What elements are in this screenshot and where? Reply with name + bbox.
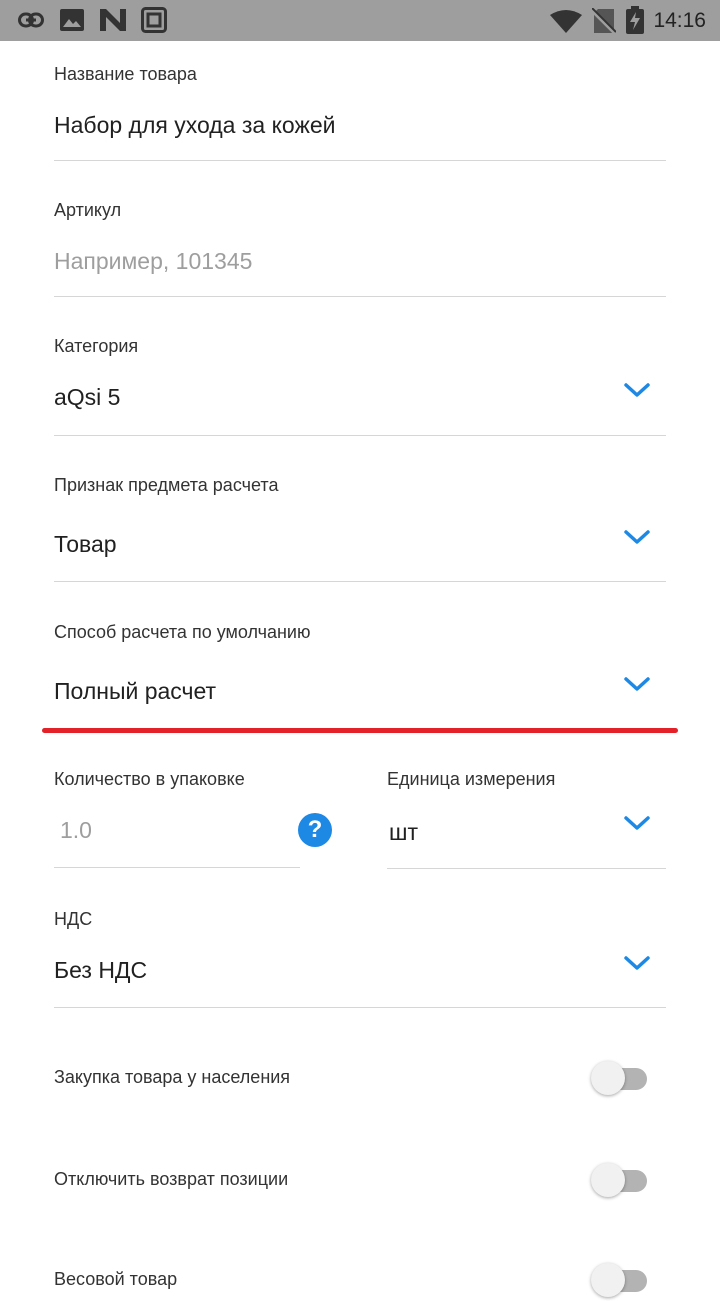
chevron-down-icon xyxy=(624,530,650,544)
product-name-label: Название товара xyxy=(54,64,197,84)
wifi-icon xyxy=(550,10,582,33)
vat-underline xyxy=(54,1007,666,1008)
clock: 14:16 xyxy=(653,9,706,32)
switch-label-disable-return: Отключить возврат позиции xyxy=(54,1169,289,1189)
payment-subject-underline xyxy=(54,581,666,582)
unit-value: шт xyxy=(389,819,418,845)
quantity-placeholder: 1.0 xyxy=(60,817,92,843)
chevron-down-icon xyxy=(624,816,650,830)
image-icon xyxy=(60,9,84,31)
payment-method-value: Полный расчет xyxy=(54,678,217,704)
category-underline xyxy=(54,435,666,436)
unit-label: Единица измерения xyxy=(387,769,556,789)
payment-method-label: Способ расчета по умолчанию xyxy=(54,622,311,642)
payment-subject-dropdown[interactable]: Признак предмета расчета Товар xyxy=(54,471,666,583)
category-label: Категория xyxy=(54,336,139,356)
toggle-thumb xyxy=(591,1061,625,1095)
article-placeholder: Например, 101345 xyxy=(54,248,253,274)
unit-dropdown[interactable]: Единица измерения шт xyxy=(387,765,666,870)
chevron-down-icon xyxy=(624,383,650,397)
active-field-underline xyxy=(42,728,678,733)
quantity-field[interactable]: Количество в упаковке 1.0 xyxy=(54,765,300,869)
n-logo-icon xyxy=(100,9,126,31)
vat-label: НДС xyxy=(54,909,93,929)
link-icon xyxy=(18,12,44,28)
no-sim-icon xyxy=(592,8,616,34)
toggle-thumb xyxy=(591,1163,625,1197)
switch-label-purchase: Закупка товара у населения xyxy=(54,1067,291,1087)
screenshot-icon xyxy=(141,7,167,33)
toggle-thumb xyxy=(591,1263,625,1297)
battery-icon xyxy=(626,6,644,34)
weighted-product-toggle[interactable] xyxy=(591,1261,651,1301)
quantity-underline xyxy=(54,867,300,868)
quantity-label: Количество в упаковке xyxy=(54,769,245,789)
product-name-field[interactable]: Название товара Набор для ухода за кожей xyxy=(54,60,666,161)
payment-subject-label: Признак предмета расчета xyxy=(54,475,279,495)
chevron-down-icon xyxy=(624,677,650,691)
vat-value: Без НДС xyxy=(54,957,148,983)
status-bar: 14:16 xyxy=(0,0,720,41)
payment-method-dropdown[interactable]: Способ расчета по умолчанию Полный расче… xyxy=(54,618,666,718)
help-icon[interactable]: ? xyxy=(298,813,332,847)
category-dropdown[interactable]: Категория aQsi 5 xyxy=(54,332,666,436)
payment-subject-value: Товар xyxy=(54,531,117,557)
article-underline xyxy=(54,296,666,297)
product-name-value: Набор для ухода за кожей xyxy=(54,112,336,138)
article-field[interactable]: Артикул Например, 101345 xyxy=(54,196,666,297)
article-label: Артикул xyxy=(54,200,122,220)
category-value: aQsi 5 xyxy=(54,384,121,410)
disable-return-toggle[interactable] xyxy=(591,1161,651,1201)
unit-underline xyxy=(387,868,666,869)
purchase-from-public-toggle[interactable] xyxy=(591,1059,651,1099)
chevron-down-icon xyxy=(624,956,650,970)
product-name-underline xyxy=(54,160,666,161)
vat-dropdown[interactable]: НДС Без НДС xyxy=(54,905,666,1009)
